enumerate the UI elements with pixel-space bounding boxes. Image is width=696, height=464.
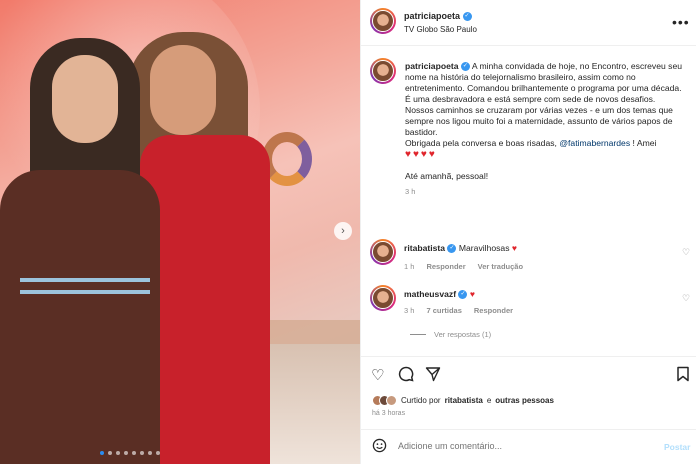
carousel-dot bbox=[108, 451, 112, 455]
comment-icon-svg bbox=[398, 366, 414, 382]
comment-item: matheusvazf ✓ ♥ bbox=[404, 289, 674, 300]
reply-button[interactable]: Responder bbox=[474, 306, 513, 315]
carousel-dot bbox=[100, 451, 104, 455]
mini-avatar bbox=[386, 395, 397, 406]
post-location[interactable]: TV Globo São Paulo bbox=[404, 25, 477, 34]
comment-likes-count[interactable]: 7 curtidas bbox=[426, 306, 461, 315]
carousel-dot bbox=[156, 451, 160, 455]
heart-emoji: ♥ bbox=[469, 289, 475, 299]
post-age: há 3 horas bbox=[372, 410, 406, 417]
person-left-belt bbox=[20, 278, 150, 294]
heart-emoji: ♥ bbox=[511, 243, 517, 253]
liked-by-prefix: Curtido por bbox=[401, 396, 441, 405]
emoji-icon[interactable] bbox=[372, 438, 387, 456]
post-header bbox=[361, 0, 696, 46]
chevron-right-icon: › bbox=[341, 225, 345, 237]
comment-icon[interactable] bbox=[398, 366, 414, 386]
liked-by-row: Curtido por ritabatista e outras pessoas bbox=[372, 395, 554, 406]
caption-time: 3 h bbox=[405, 187, 416, 196]
carousel-dots bbox=[100, 451, 160, 455]
actions-divider bbox=[360, 356, 696, 357]
heart-icon[interactable]: ♡ bbox=[371, 366, 384, 384]
see-translation-button[interactable]: Ver tradução bbox=[478, 262, 523, 271]
emoji-icon-svg bbox=[372, 438, 387, 453]
comment-username[interactable]: matheusvazf bbox=[404, 289, 456, 299]
person-left-face bbox=[52, 55, 118, 143]
share-icon[interactable] bbox=[425, 366, 441, 386]
comment-input[interactable] bbox=[398, 441, 648, 451]
post-photo[interactable]: › bbox=[0, 0, 360, 464]
post-comment-button[interactable]: Postar bbox=[664, 442, 690, 452]
liked-by-others[interactable]: outras pessoas bbox=[495, 396, 554, 405]
caption-paragraph: É uma desbravadora e está sempre com sed… bbox=[405, 94, 673, 137]
caption-hearts: ♥♥♥♥ bbox=[405, 149, 437, 160]
comment-like-heart-icon[interactable]: ♡ bbox=[682, 293, 690, 304]
view-replies-label: Ver respostas (1) bbox=[434, 330, 492, 339]
carousel-dot bbox=[148, 451, 152, 455]
verified-badge-icon: ✓ bbox=[460, 62, 470, 72]
comment-like-heart-icon[interactable]: ♡ bbox=[682, 247, 690, 258]
verified-badge-icon: ✓ bbox=[462, 12, 472, 22]
comment-item: ritabatista ✓ Maravilhosas ♥ bbox=[404, 243, 674, 254]
instagram-post-view: › patriciapoeta ✓ TV Globo São Paulo •••… bbox=[0, 0, 696, 464]
liked-by-avatars[interactable] bbox=[372, 395, 397, 406]
caption-username[interactable]: patriciapoeta bbox=[405, 61, 459, 71]
comment-time: 3 h bbox=[404, 306, 415, 315]
divider-line bbox=[410, 334, 426, 335]
caption-thanks: Obrigada pela conversa e boas risadas, bbox=[405, 138, 557, 148]
author-username-row: patriciapoeta ✓ bbox=[404, 11, 472, 22]
comment-username[interactable]: ritabatista bbox=[404, 243, 445, 253]
carousel-next-button[interactable]: › bbox=[334, 222, 352, 240]
liked-by-user[interactable]: ritabatista bbox=[445, 396, 483, 405]
verified-badge-icon: ✓ bbox=[447, 244, 457, 254]
comment-time: 1 h bbox=[404, 262, 415, 271]
author-avatar[interactable] bbox=[370, 8, 396, 34]
comment-meta: 1 h Responder Ver tradução bbox=[404, 262, 523, 271]
caption-thanks-end: ! Amei bbox=[632, 138, 657, 148]
carousel-dot bbox=[116, 451, 120, 455]
reply-button[interactable]: Responder bbox=[426, 262, 465, 271]
post-caption: patriciapoeta ✓ A minha convidada de hoj… bbox=[405, 61, 685, 197]
comment-text: Maravilhosas bbox=[458, 243, 510, 253]
commenter-avatar[interactable] bbox=[370, 285, 396, 311]
more-options-icon[interactable]: ••• bbox=[672, 14, 690, 30]
view-replies-button[interactable]: Ver respostas (1) bbox=[410, 330, 491, 339]
author-username[interactable]: patriciapoeta bbox=[404, 11, 460, 21]
carousel-dot bbox=[140, 451, 144, 455]
comment-meta: 3 h 7 curtidas Responder bbox=[404, 306, 513, 315]
mention-link[interactable]: @fatimabernardes bbox=[559, 138, 630, 148]
commenter-avatar[interactable] bbox=[370, 239, 396, 265]
carousel-dot bbox=[124, 451, 128, 455]
share-icon-svg bbox=[425, 367, 441, 382]
caption-avatar[interactable] bbox=[370, 58, 396, 84]
bookmark-icon[interactable] bbox=[676, 366, 690, 386]
person-right-face bbox=[150, 45, 216, 135]
carousel-dot bbox=[132, 451, 136, 455]
bookmark-icon-svg bbox=[677, 366, 689, 382]
liked-by-suffix: e bbox=[486, 396, 492, 405]
person-left-brown-dress bbox=[0, 170, 160, 464]
caption-signoff: Até amanhã, pessoal! bbox=[405, 171, 489, 181]
verified-badge-icon: ✓ bbox=[458, 290, 468, 300]
